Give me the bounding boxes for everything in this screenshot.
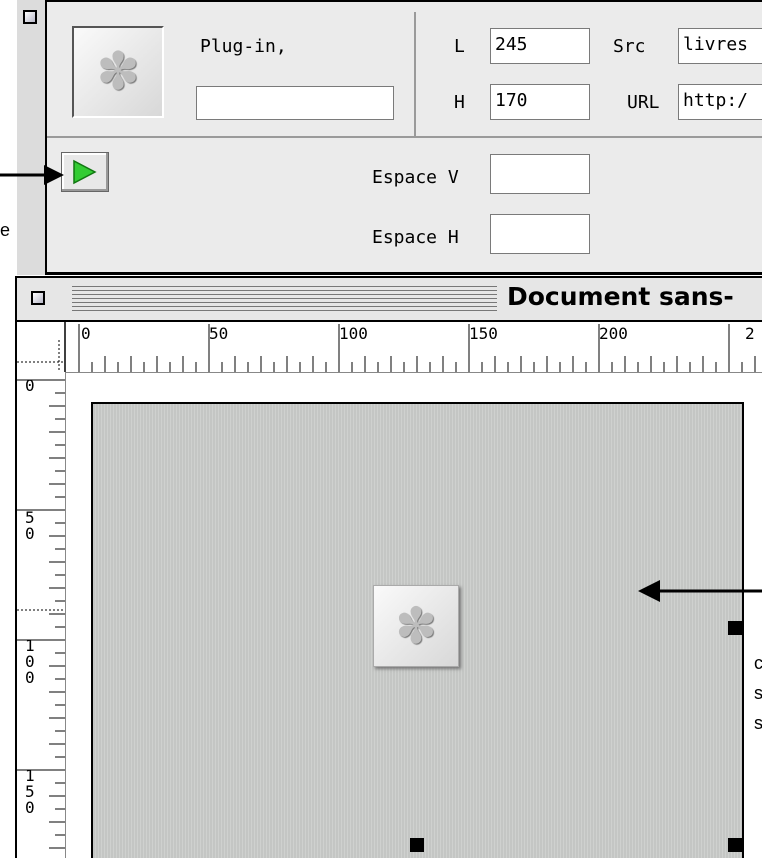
callout-line-1: c [754,653,762,673]
ruler-label-250: 2 [745,324,755,343]
play-icon [73,159,97,185]
vruler-label-150: 1 5 0 [25,766,35,817]
src-label: Src [613,36,646,57]
inspector-divider-horizontal [47,136,762,138]
ruler-label-100: 100 [339,324,368,343]
ruler-label-0: 0 [81,324,91,343]
width-field[interactable]: 245 [490,28,590,64]
resize-handle-bottom[interactable] [410,838,424,852]
callout-line-3: s [754,713,762,733]
callout-arrow-left [638,580,762,602]
resize-handle-bottom-right[interactable] [728,838,742,852]
hspace-label: Espace H [372,227,459,248]
ruler-label-50: 50 [209,324,229,343]
src-field[interactable]: livres [678,28,762,64]
callout-line-2: s [754,683,762,703]
plugin-preview-icon: ✽ [72,26,164,118]
play-button[interactable] [61,152,109,192]
inspector-divider-vertical [414,12,416,138]
inspector-titlebar[interactable] [17,0,47,275]
url-label: URL [627,92,660,113]
document-titlebar[interactable]: Document sans- [17,278,762,322]
ruler-label-200: 200 [599,324,628,343]
horizontal-ruler-ticks [17,322,756,372]
element-type-label: Plug-in, [200,36,287,57]
width-label: L [454,36,465,57]
plugin-name-field[interactable] [196,86,394,120]
height-label: H [454,92,465,113]
vruler-label-50: 5 0 [25,508,35,543]
vruler-label-0: 0 [25,376,35,395]
horizontal-ruler: 0 50 100 150 200 2 [17,322,762,373]
titlebar-stripes [72,286,497,312]
resize-handle-right[interactable] [728,621,742,635]
document-title: Document sans- [507,282,734,311]
callout-text-left: e [0,220,11,240]
vertical-ruler: 0 5 0 1 0 0 1 5 0 [17,372,66,858]
vspace-field[interactable] [490,154,590,194]
vruler-label-100: 1 0 0 [25,636,35,687]
height-field[interactable]: 170 [490,84,590,120]
url-field[interactable]: http:/ [678,84,762,120]
hspace-field[interactable] [490,214,590,254]
callout-text-right: c s s [754,648,762,738]
ruler-label-150: 150 [469,324,498,343]
vspace-label: Espace V [372,167,459,188]
callout-arrow-right [0,165,64,185]
document-close-box[interactable] [31,291,45,305]
inspector-close-box[interactable] [23,10,37,24]
plugin-placeholder-icon: ✽ [373,585,459,667]
puzzle-piece-icon: ✽ [395,598,437,654]
puzzle-piece-icon: ✽ [96,43,140,101]
